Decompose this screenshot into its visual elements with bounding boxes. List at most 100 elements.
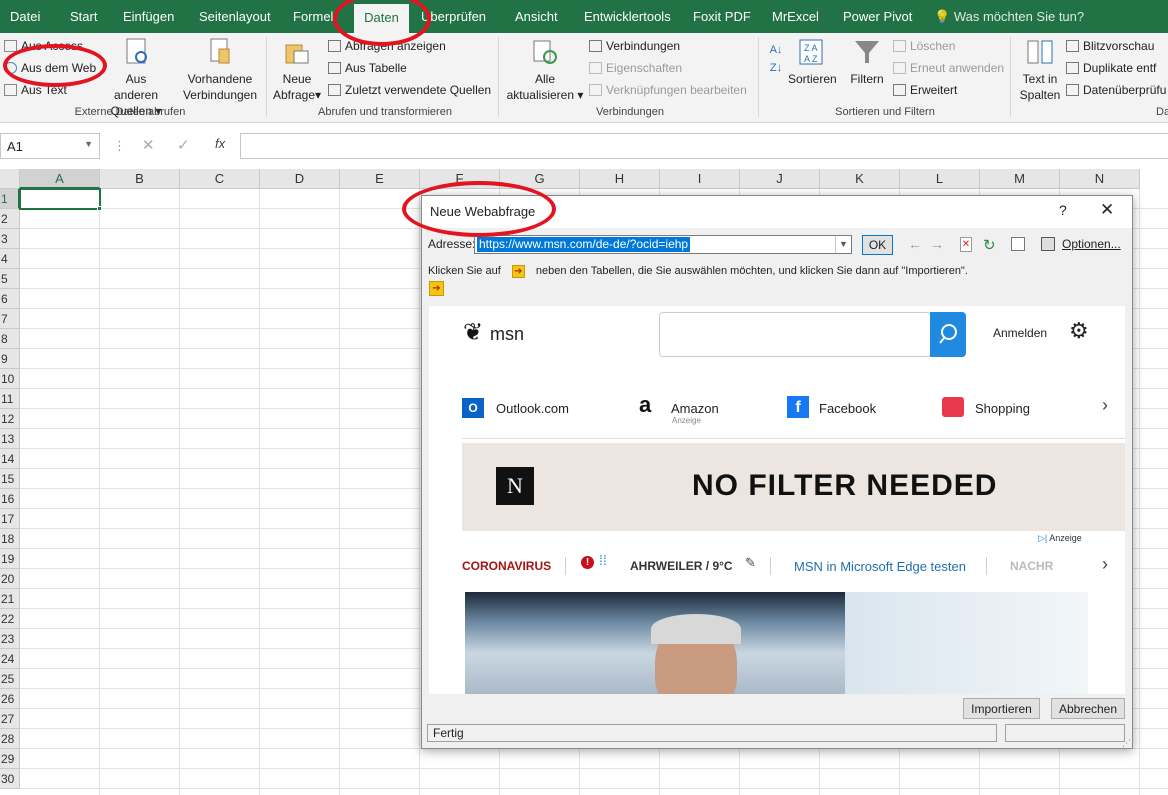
tab-mrexcel[interactable]: MrExcel: [772, 0, 819, 33]
page-select-arrow-icon[interactable]: ➔: [429, 281, 444, 296]
cancel-button[interactable]: Abbrechen: [1051, 698, 1125, 719]
row-header-10[interactable]: 10: [0, 369, 20, 389]
column-header-l[interactable]: L: [900, 169, 980, 189]
flash-fill-button[interactable]: Blitzvorschau: [1066, 38, 1154, 54]
column-header-b[interactable]: B: [100, 169, 180, 189]
column-header-c[interactable]: C: [180, 169, 260, 189]
text-to-columns-button[interactable]: Text in Spalten: [1016, 37, 1064, 103]
column-header-m[interactable]: M: [980, 169, 1060, 189]
row-header-18[interactable]: 18: [0, 529, 20, 549]
insert-function-icon[interactable]: fx: [215, 136, 225, 151]
weather-link[interactable]: AHRWEILER / 9°C: [630, 559, 733, 573]
new-query-button[interactable]: Neue Abfrage▾: [270, 37, 324, 103]
tab-entwicklertools[interactable]: Entwicklertools: [584, 0, 671, 33]
ad-badge[interactable]: ▷| Anzeige: [1038, 533, 1082, 544]
ok-button[interactable]: OK: [862, 235, 893, 255]
edit-pencil-icon[interactable]: ✎: [745, 555, 756, 571]
select-all-corner[interactable]: [0, 169, 20, 189]
refresh-icon[interactable]: ↻: [983, 236, 996, 254]
row-header-17[interactable]: 17: [0, 509, 20, 529]
resize-grip-icon[interactable]: ⋰: [1122, 738, 1131, 749]
row-header-30[interactable]: 30: [0, 769, 20, 789]
news-more-link[interactable]: NACHR: [1010, 559, 1053, 573]
row-header-27[interactable]: 27: [0, 709, 20, 729]
settings-gear-icon[interactable]: ⚙: [1069, 318, 1089, 344]
column-header-g[interactable]: G: [500, 169, 580, 189]
data-validation-button[interactable]: Datenüberprüfu: [1066, 82, 1166, 98]
cancel-entry-icon[interactable]: ✕: [142, 136, 155, 154]
row-header-26[interactable]: 26: [0, 689, 20, 709]
row-header-29[interactable]: 29: [0, 749, 20, 769]
row-header-9[interactable]: 9: [0, 349, 20, 369]
recent-sources-button[interactable]: Zuletzt verwendete Quellen: [328, 82, 491, 98]
row-header-21[interactable]: 21: [0, 589, 20, 609]
fill-handle[interactable]: [97, 206, 102, 211]
row-header-24[interactable]: 24: [0, 649, 20, 669]
msn-butterfly-icon[interactable]: ❦: [463, 318, 483, 347]
stop-icon[interactable]: ✕: [960, 237, 972, 252]
shopping-link[interactable]: Shopping: [975, 401, 1030, 416]
sort-button[interactable]: Z AA Z Sortieren: [788, 37, 837, 87]
column-header-k[interactable]: K: [820, 169, 900, 189]
row-header-20[interactable]: 20: [0, 569, 20, 589]
ad-banner[interactable]: N NO FILTER NEEDED: [462, 443, 1125, 531]
tab-ueberpruefen[interactable]: Überprüfen: [421, 0, 486, 33]
row-header-14[interactable]: 14: [0, 449, 20, 469]
column-header-j[interactable]: J: [740, 169, 820, 189]
row-header-22[interactable]: 22: [0, 609, 20, 629]
outlook-link[interactable]: Outlook.com: [496, 401, 569, 416]
row-header-1[interactable]: 1: [0, 189, 20, 209]
row-header-19[interactable]: 19: [0, 549, 20, 569]
chevron-down-icon[interactable]: ▼: [835, 236, 851, 253]
formula-input[interactable]: [240, 133, 1168, 159]
confirm-entry-icon[interactable]: ✓: [177, 136, 190, 154]
active-cell-a1[interactable]: [19, 188, 101, 210]
connections-button[interactable]: Verbindungen: [589, 38, 680, 54]
forward-arrow-icon[interactable]: →: [930, 236, 944, 252]
tab-start[interactable]: Start: [70, 0, 97, 33]
tab-seitenlayout[interactable]: Seitenlayout: [199, 0, 271, 33]
row-header-5[interactable]: 5: [0, 269, 20, 289]
amazon-link[interactable]: Amazon: [671, 401, 719, 416]
name-box[interactable]: A1 ▼: [0, 133, 100, 159]
chevron-right-icon[interactable]: ›: [1102, 554, 1108, 575]
from-access-button[interactable]: Aus Access: [4, 38, 83, 54]
remove-duplicates-button[interactable]: Duplikate entf: [1066, 60, 1156, 76]
address-combobox[interactable]: https://www.msn.com/de-de/?ocid=iehp ▼: [474, 235, 852, 254]
tab-ansicht[interactable]: Ansicht: [515, 0, 558, 33]
reapply-button[interactable]: Erneut anwenden: [893, 60, 1004, 76]
row-header-25[interactable]: 25: [0, 669, 20, 689]
advanced-filter-button[interactable]: Erweitert: [893, 82, 957, 98]
column-header-d[interactable]: D: [260, 169, 340, 189]
facebook-link[interactable]: Facebook: [819, 401, 876, 416]
column-header-i[interactable]: I: [660, 169, 740, 189]
row-header-4[interactable]: 4: [0, 249, 20, 269]
row-header-28[interactable]: 28: [0, 729, 20, 749]
msn-logo[interactable]: msn: [490, 324, 524, 345]
from-web-button[interactable]: Aus dem Web: [4, 60, 96, 76]
edge-promo-link[interactable]: MSN in Microsoft Edge testen: [794, 559, 966, 574]
options-button[interactable]: Optionen...: [1062, 237, 1121, 251]
msn-search-input[interactable]: [659, 312, 931, 357]
tab-power-pivot[interactable]: Power Pivot: [843, 0, 912, 33]
row-header-11[interactable]: 11: [0, 389, 20, 409]
back-arrow-icon[interactable]: ←: [908, 236, 922, 252]
column-header-n[interactable]: N: [1060, 169, 1140, 189]
close-button[interactable]: ✕: [1100, 200, 1114, 220]
help-button[interactable]: ?: [1059, 202, 1067, 218]
show-icons-toggle-icon[interactable]: [1011, 237, 1025, 251]
tell-me-search[interactable]: 💡 Was möchten Sie tun?: [934, 0, 1084, 33]
column-header-f[interactable]: F: [420, 169, 500, 189]
row-header-15[interactable]: 15: [0, 469, 20, 489]
row-header-23[interactable]: 23: [0, 629, 20, 649]
from-table-button[interactable]: Aus Tabelle: [328, 60, 407, 76]
show-queries-button[interactable]: Abfragen anzeigen: [328, 38, 446, 54]
row-header-8[interactable]: 8: [0, 329, 20, 349]
tab-formeln[interactable]: Formel: [293, 0, 333, 33]
news-hero-image[interactable]: [465, 592, 1088, 694]
row-header-16[interactable]: 16: [0, 489, 20, 509]
chevron-right-icon[interactable]: ›: [1102, 395, 1108, 416]
msn-signin-link[interactable]: Anmelden: [993, 326, 1047, 340]
tab-einfuegen[interactable]: Einfügen: [123, 0, 174, 33]
coronavirus-link[interactable]: CORONAVIRUS: [462, 559, 551, 573]
